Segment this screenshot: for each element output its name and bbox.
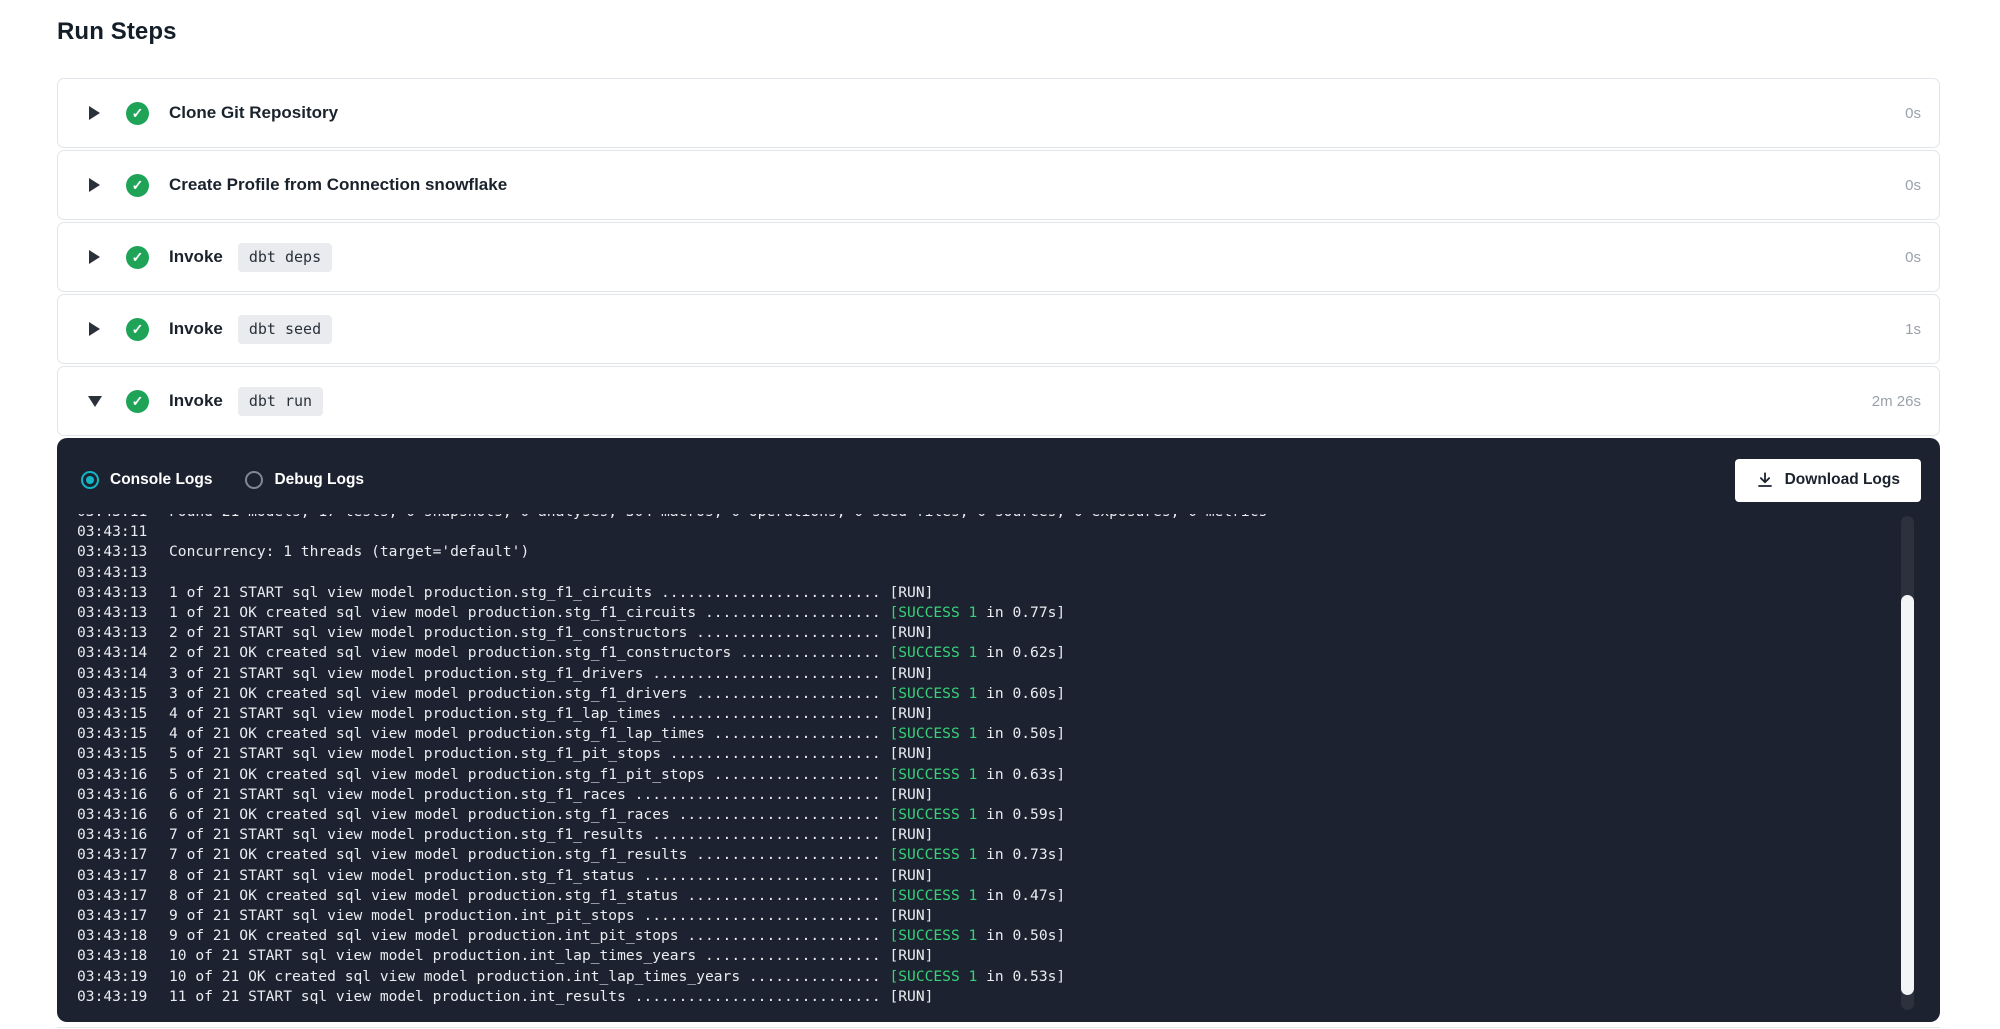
expand-caret-icon[interactable] <box>89 178 100 192</box>
log-line: 03:43:178 of 21 START sql view model pro… <box>77 866 1940 886</box>
run-step-row[interactable]: ✓ Create Profile from Connection snowfla… <box>57 150 1940 220</box>
log-line: 03:43:11Found 21 models, 17 tests, 0 sna… <box>77 514 1940 522</box>
log-line: 03:43:177 of 21 OK created sql view mode… <box>77 845 1940 865</box>
log-line: 03:43:179 of 21 START sql view model pro… <box>77 906 1940 926</box>
log-line: 03:43:143 of 21 START sql view model pro… <box>77 664 1940 684</box>
log-line: 03:43:11 <box>77 522 1940 542</box>
download-logs-button[interactable]: Download Logs <box>1735 459 1921 502</box>
log-lines: 03:43:11Found 21 models, 17 tests, 0 sna… <box>77 514 1940 1007</box>
run-step-row[interactable]: ✓ Invoke dbt deps 0s <box>57 222 1940 292</box>
step-duration: 2m 26s <box>1872 393 1921 410</box>
log-line: 03:43:189 of 21 OK created sql view mode… <box>77 926 1940 946</box>
console-panel: Console Logs Debug Logs Download Logs 03… <box>57 438 1940 1022</box>
log-line: 03:43:165 of 21 OK created sql view mode… <box>77 765 1940 785</box>
radio-icon <box>245 471 263 489</box>
run-step-row[interactable]: ✓ Invoke dbt seed 1s <box>57 294 1940 364</box>
expand-caret-icon[interactable] <box>88 396 102 407</box>
run-steps-section: Run Steps ✓ Clone Git Repository 0s ✓ Cr… <box>0 0 2000 1028</box>
step-duration: 1s <box>1905 321 1921 338</box>
step-label: Create Profile from Connection snowflake <box>169 175 507 195</box>
run-steps-list: ✓ Clone Git Repository 0s ✓ Create Profi… <box>57 78 1940 1022</box>
console-logs-radio[interactable]: Console Logs <box>81 471 212 489</box>
success-status-icon: ✓ <box>126 102 149 125</box>
success-status-icon: ✓ <box>126 246 149 269</box>
step-label: Invoke <box>169 391 223 411</box>
caret-box <box>87 250 102 264</box>
log-line: 03:43:154 of 21 START sql view model pro… <box>77 704 1940 724</box>
radio-label: Debug Logs <box>274 471 364 489</box>
log-line: 03:43:155 of 21 START sql view model pro… <box>77 744 1940 764</box>
log-line: 03:43:166 of 21 OK created sql view mode… <box>77 805 1940 825</box>
step-command-badge: dbt run <box>238 387 323 416</box>
log-line: 03:43:154 of 21 OK created sql view mode… <box>77 724 1940 744</box>
caret-box <box>87 396 102 407</box>
step-duration: 0s <box>1905 177 1921 194</box>
log-scrollbar[interactable] <box>1901 516 1914 1010</box>
step-label: Invoke <box>169 247 223 267</box>
log-line: 03:43:142 of 21 OK created sql view mode… <box>77 643 1940 663</box>
step-command-badge: dbt deps <box>238 243 332 272</box>
log-line: 03:43:1910 of 21 OK created sql view mod… <box>77 967 1940 987</box>
log-line: 03:43:178 of 21 OK created sql view mode… <box>77 886 1940 906</box>
success-status-icon: ✓ <box>126 390 149 413</box>
download-icon <box>1756 471 1774 489</box>
log-line: 03:43:13Concurrency: 1 threads (target='… <box>77 542 1940 562</box>
caret-box <box>87 178 102 192</box>
log-line: 03:43:1810 of 21 START sql view model pr… <box>77 946 1940 966</box>
step-label: Invoke <box>169 319 223 339</box>
log-line: 03:43:131 of 21 OK created sql view mode… <box>77 603 1940 623</box>
console-toolbar: Console Logs Debug Logs Download Logs <box>57 452 1940 508</box>
scrollbar-thumb[interactable] <box>1901 595 1914 995</box>
log-line: 03:43:167 of 21 START sql view model pro… <box>77 825 1940 845</box>
radio-label: Console Logs <box>110 471 212 489</box>
log-line: 03:43:166 of 21 START sql view model pro… <box>77 785 1940 805</box>
debug-logs-radio[interactable]: Debug Logs <box>245 471 364 489</box>
step-command-badge: dbt seed <box>238 315 332 344</box>
run-step-row[interactable]: ✓ Clone Git Repository 0s <box>57 78 1940 148</box>
step-duration: 0s <box>1905 105 1921 122</box>
expand-caret-icon[interactable] <box>89 250 100 264</box>
log-line: 03:43:132 of 21 START sql view model pro… <box>77 623 1940 643</box>
caret-box <box>87 322 102 336</box>
expand-caret-icon[interactable] <box>89 322 100 336</box>
log-output[interactable]: 03:43:11Found 21 models, 17 tests, 0 sna… <box>57 514 1940 1008</box>
step-label: Clone Git Repository <box>169 103 338 123</box>
caret-box <box>87 106 102 120</box>
log-line: 03:43:13 <box>77 563 1940 583</box>
log-line: 03:43:1911 of 21 START sql view model pr… <box>77 987 1940 1007</box>
download-logs-label: Download Logs <box>1785 471 1900 489</box>
expand-caret-icon[interactable] <box>89 106 100 120</box>
log-line: 03:43:131 of 21 START sql view model pro… <box>77 583 1940 603</box>
step-duration: 0s <box>1905 249 1921 266</box>
run-step-row[interactable]: ✓ Invoke dbt run 2m 26s <box>57 366 1940 436</box>
page-title: Run Steps <box>57 18 1940 46</box>
radio-icon <box>81 471 99 489</box>
success-status-icon: ✓ <box>126 174 149 197</box>
log-line: 03:43:153 of 21 OK created sql view mode… <box>77 684 1940 704</box>
success-status-icon: ✓ <box>126 318 149 341</box>
bottom-divider <box>57 1027 1940 1028</box>
